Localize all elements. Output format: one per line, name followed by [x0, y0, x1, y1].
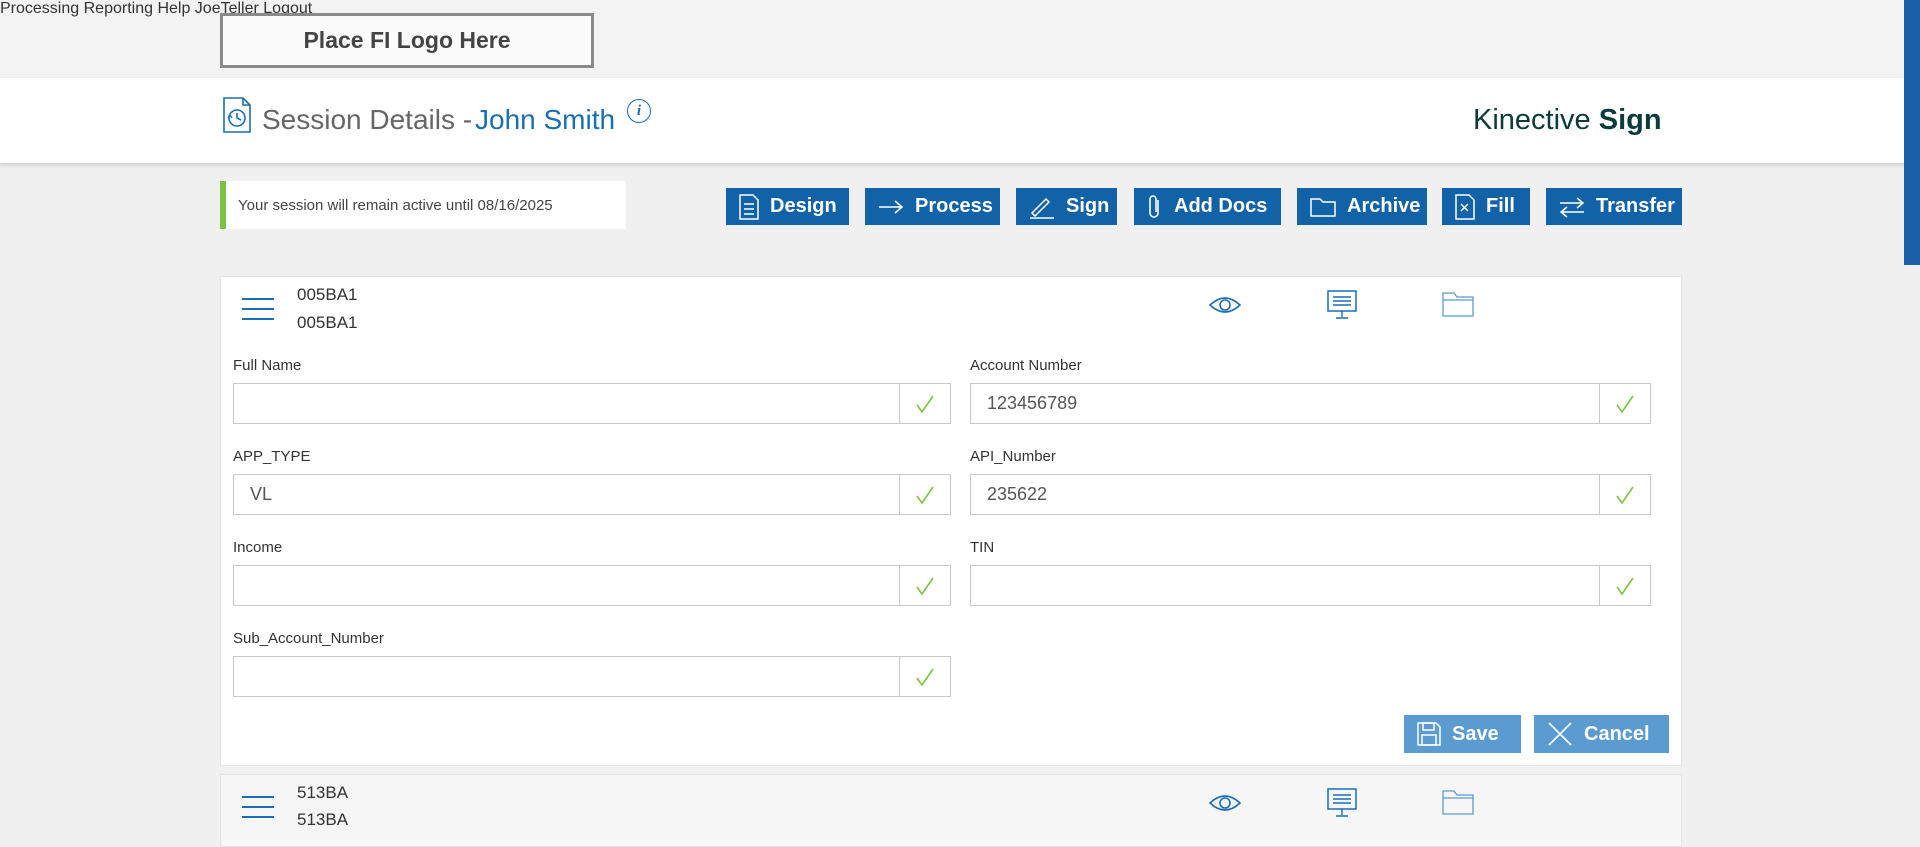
sub-account-number-value[interactable]: [234, 657, 899, 696]
cancel-button-label: Cancel: [1584, 722, 1650, 745]
folder-icon[interactable]: [1442, 291, 1474, 317]
brand-name-bold: Sign: [1598, 104, 1662, 136]
monitor-icon[interactable]: [1326, 289, 1358, 321]
form-fill-icon: [1455, 193, 1475, 220]
check-icon: [899, 566, 950, 605]
brand-name-light: Kinective: [1473, 104, 1591, 136]
add-docs-button[interactable]: Add Docs: [1134, 188, 1281, 225]
close-icon: [1548, 722, 1572, 746]
full-name-value[interactable]: [234, 384, 899, 423]
pen-signature-icon: [1030, 197, 1054, 219]
folder-icon[interactable]: [1442, 789, 1474, 815]
api-number-value[interactable]: 235622: [971, 475, 1599, 514]
customer-name: John Smith: [475, 104, 616, 135]
check-icon: [899, 475, 950, 514]
nav-processing[interactable]: Processing: [0, 0, 79, 17]
tin-value[interactable]: [971, 566, 1599, 605]
sub-account-number-label: Sub_Account_Number: [233, 630, 384, 647]
check-icon: [899, 657, 950, 696]
sign-button[interactable]: Sign: [1016, 188, 1117, 225]
check-icon: [1599, 384, 1650, 423]
app-type-label: APP_TYPE: [233, 448, 311, 465]
api-number-label: API_Number: [970, 448, 1056, 465]
account-number-value[interactable]: 123456789: [971, 384, 1599, 423]
design-button-label: Design: [770, 195, 837, 217]
info-icon[interactable]: i: [627, 99, 651, 123]
fi-logo-placeholder: Place FI Logo Here: [220, 13, 594, 68]
menu-icon[interactable]: [242, 298, 274, 320]
add-docs-button-label: Add Docs: [1174, 195, 1268, 217]
archive-button-label: Archive: [1347, 195, 1421, 217]
save-button-label: Save: [1452, 722, 1499, 745]
sign-button-label: Sign: [1066, 195, 1110, 217]
top-bar: Place FI Logo Here Processing Reporting …: [0, 0, 1920, 78]
nav-reporting[interactable]: Reporting: [84, 0, 153, 17]
document-id: 513BA: [297, 783, 349, 802]
sub-account-number-field[interactable]: [233, 656, 951, 697]
transfer-button[interactable]: Transfer: [1546, 188, 1682, 225]
monitor-icon[interactable]: [1326, 787, 1358, 819]
cancel-button[interactable]: Cancel: [1534, 715, 1669, 753]
account-number-field[interactable]: 123456789: [970, 383, 1651, 424]
document-name: 513BA: [297, 810, 349, 829]
tin-field[interactable]: [970, 565, 1651, 606]
app-type-field[interactable]: VL: [233, 474, 951, 515]
brand-logo: Kinective Sign: [1473, 104, 1662, 137]
paperclip-icon: [1149, 194, 1159, 218]
transfer-button-label: Transfer: [1596, 195, 1675, 217]
process-button[interactable]: Process: [865, 188, 1000, 225]
api-number-field[interactable]: 235622: [970, 474, 1651, 515]
session-history-icon: [223, 97, 251, 133]
eye-icon[interactable]: [1208, 293, 1242, 317]
transfer-arrows-icon: [1559, 196, 1585, 218]
process-button-label: Process: [915, 195, 993, 217]
full-name-label: Full Name: [233, 357, 302, 374]
document-id: 005BA1: [297, 285, 358, 304]
fill-button-label: Fill: [1486, 195, 1515, 217]
eye-icon[interactable]: [1208, 791, 1242, 815]
app-type-value[interactable]: VL: [234, 475, 899, 514]
document-name: 005BA1: [297, 313, 358, 332]
check-icon: [899, 384, 950, 423]
fill-button[interactable]: Fill: [1442, 188, 1530, 225]
arrow-right-icon: [879, 199, 904, 214]
session-expiry-notice: Your session will remain active until 08…: [220, 181, 626, 229]
floppy-disk-icon: [1417, 722, 1441, 746]
menu-icon[interactable]: [242, 796, 274, 818]
archive-button[interactable]: Archive: [1297, 188, 1427, 225]
income-value[interactable]: [234, 566, 899, 605]
account-number-label: Account Number: [970, 357, 1082, 374]
scrollbar-thumb[interactable]: [1904, 0, 1920, 265]
nav-help[interactable]: Help: [157, 0, 190, 17]
checklist-doc-icon: [739, 193, 759, 220]
folder-icon: [1310, 197, 1336, 217]
income-field[interactable]: [233, 565, 951, 606]
tin-label: TIN: [970, 539, 995, 556]
design-button[interactable]: Design: [726, 188, 849, 225]
check-icon: [1599, 475, 1650, 514]
income-label: Income: [233, 539, 283, 556]
check-icon: [1599, 566, 1650, 605]
save-button[interactable]: Save: [1404, 715, 1521, 753]
full-name-field[interactable]: [233, 383, 951, 424]
page-title: Session Details -: [262, 104, 473, 135]
